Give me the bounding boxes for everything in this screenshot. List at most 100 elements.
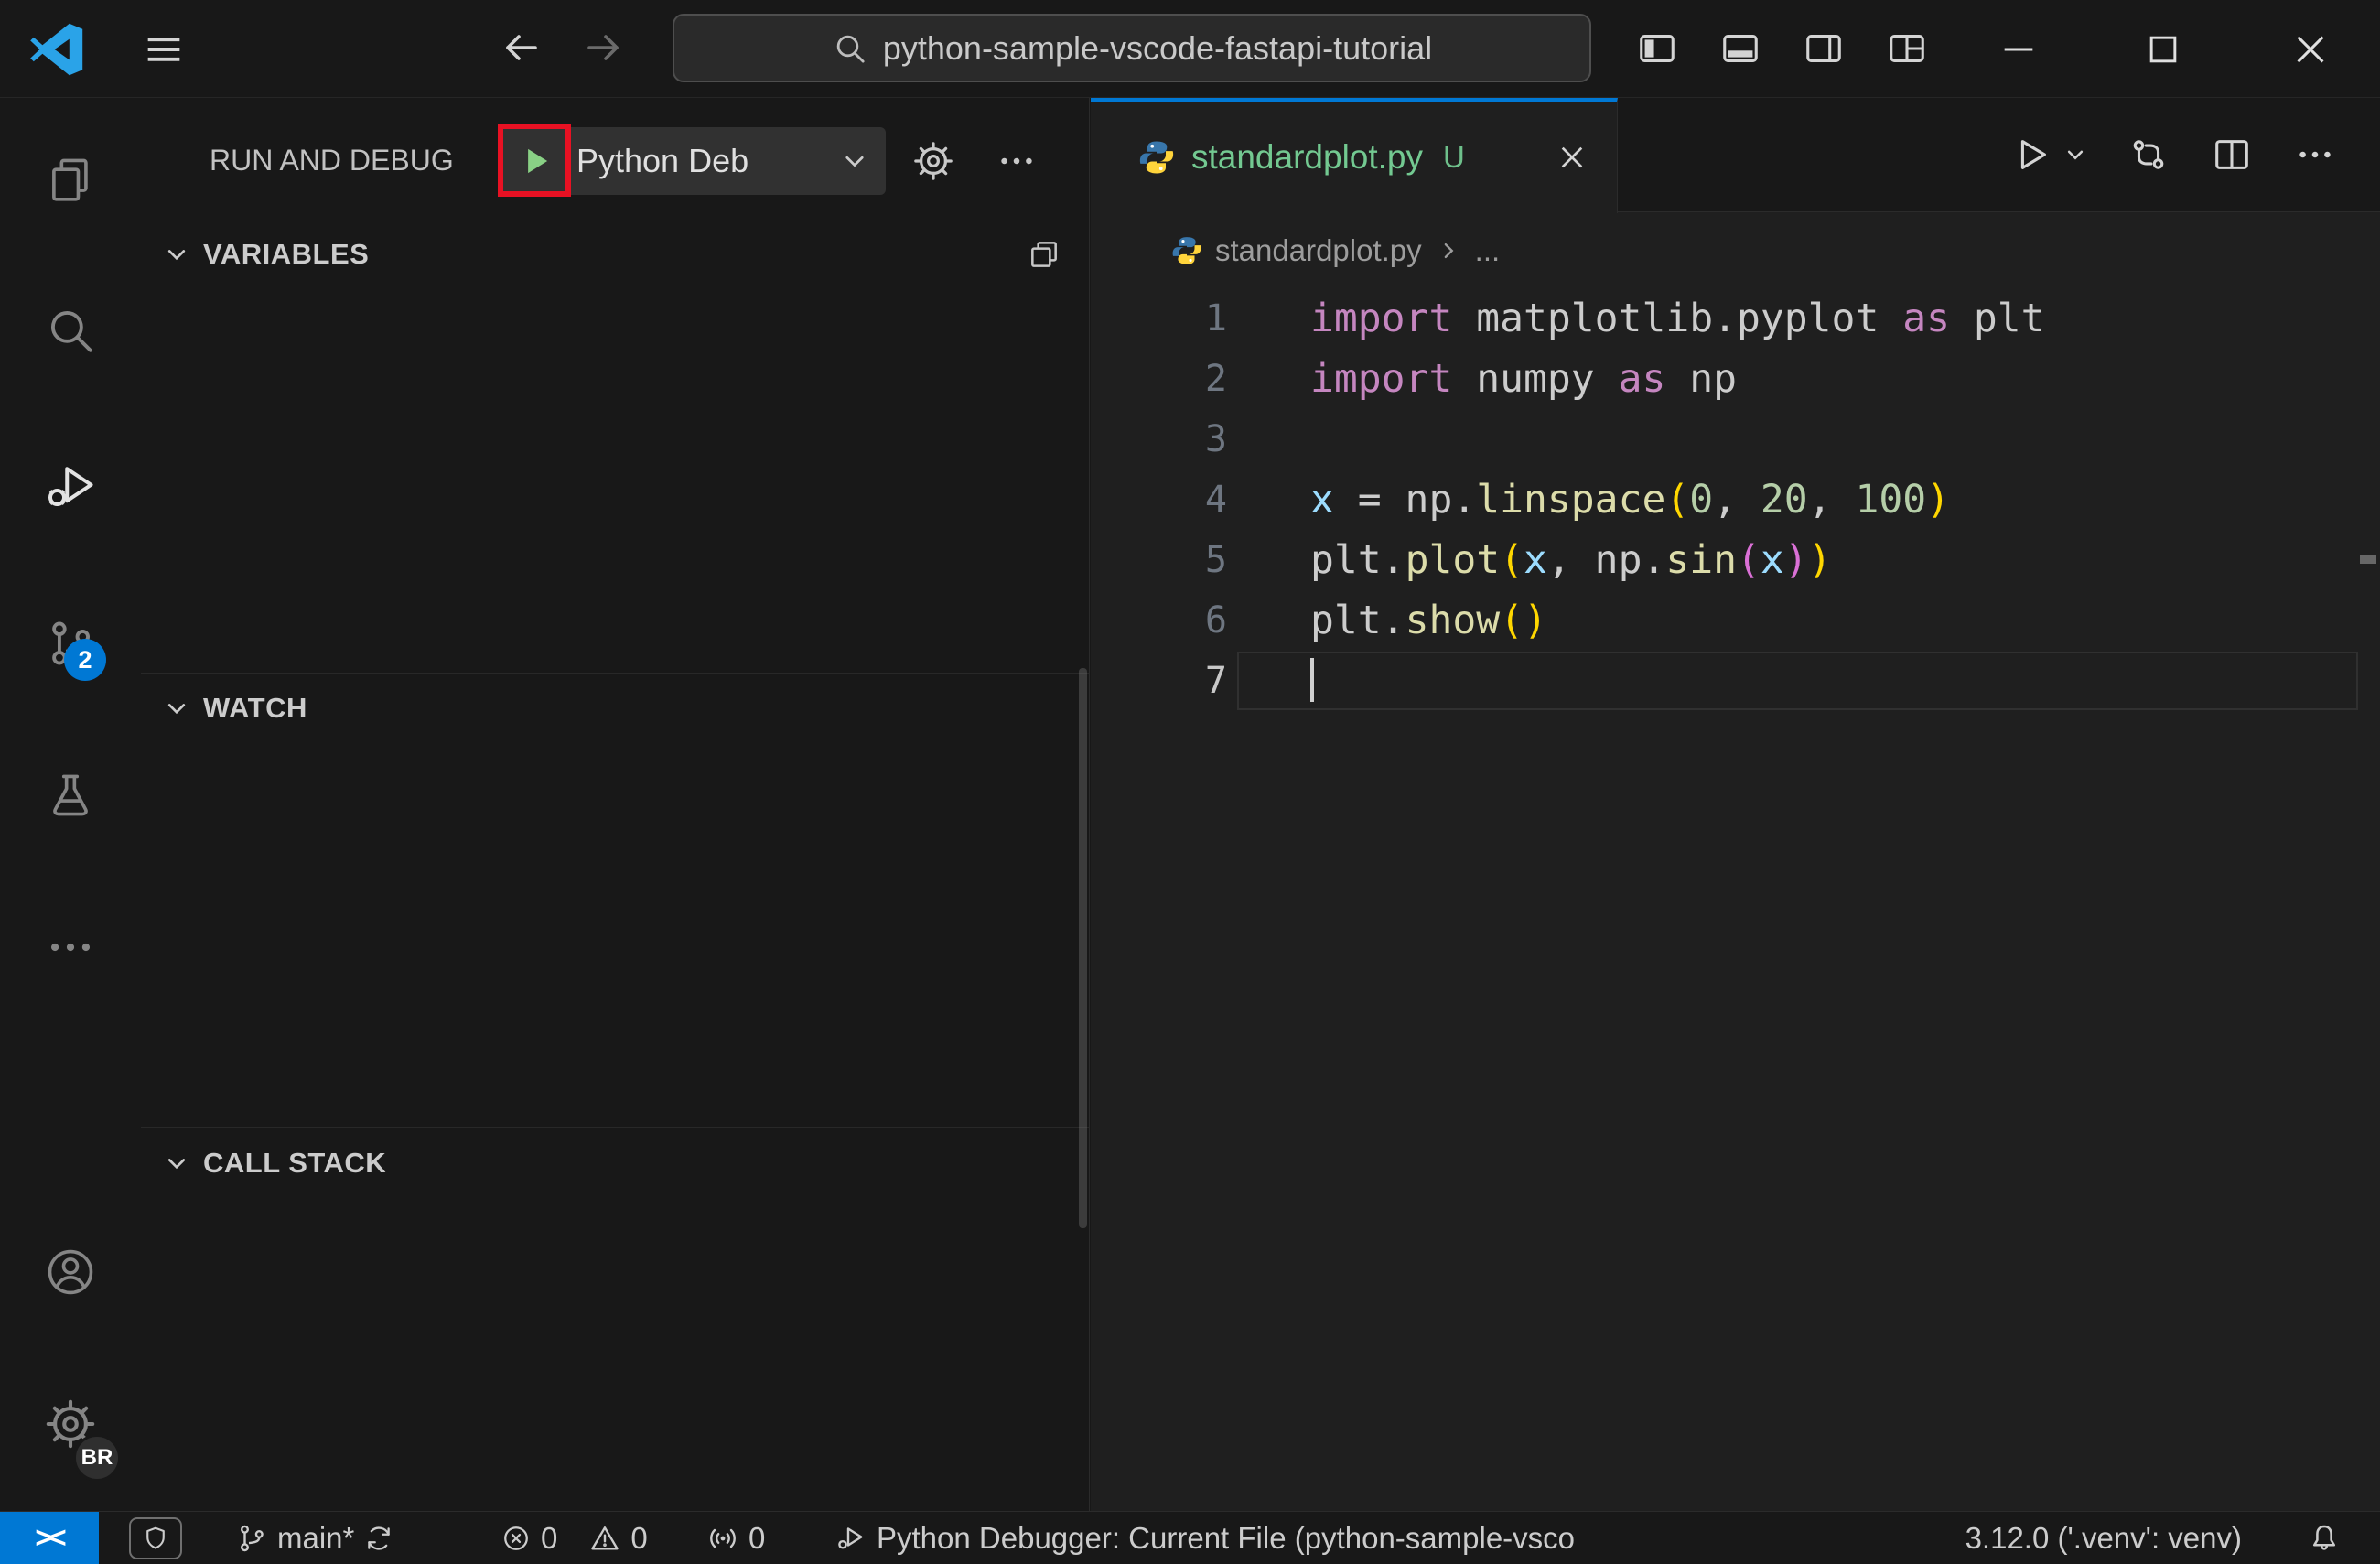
- code-line[interactable]: 5 plt.plot(x, np.sin(x)): [1091, 530, 2380, 590]
- tab-close-icon[interactable]: [1555, 140, 1589, 175]
- chevron-down-icon: [161, 239, 192, 270]
- editor-group: standardplot.py U standardplot.py ... 1 …: [1091, 98, 2380, 1511]
- run-and-debug-icon[interactable]: [42, 458, 99, 514]
- watch-section-header[interactable]: WATCH: [141, 673, 1089, 742]
- errors-icon: [501, 1523, 532, 1554]
- code-area[interactable]: 1 import matplotlib.pyplot as plt 2 import …: [1091, 288, 2380, 711]
- breadcrumb-chevron-icon: [1435, 237, 1462, 264]
- code-line[interactable]: 3: [1091, 409, 2380, 469]
- run-python-file-icon[interactable]: [2006, 129, 2057, 180]
- debug-config-dropdown[interactable]: Python Deb: [501, 127, 886, 195]
- variables-section-header[interactable]: VARIABLES: [141, 220, 1089, 289]
- python-version-label: 3.12.0 ('.venv': venv): [1965, 1520, 2242, 1555]
- title-bar: python-sample-vscode-fastapi-tutorial: [0, 0, 2380, 98]
- git-branch-icon: [235, 1522, 268, 1555]
- call-stack-section-header[interactable]: CALL STACK: [141, 1127, 1089, 1197]
- current-line-highlight: [1237, 652, 2358, 710]
- maximize-button[interactable]: [2136, 22, 2191, 77]
- bell-icon: [2307, 1521, 2342, 1556]
- debug-settings-gear-icon[interactable]: [910, 138, 956, 184]
- toggle-panel-icon[interactable]: [1714, 22, 1767, 75]
- tab-standardplot[interactable]: standardplot.py U: [1091, 98, 1618, 213]
- search-sidebar-icon[interactable]: [42, 302, 99, 359]
- more-views-icon[interactable]: [42, 919, 99, 976]
- remote-icon: ><: [35, 1521, 66, 1554]
- breadcrumb-symbol[interactable]: ...: [1475, 233, 1501, 268]
- testing-icon[interactable]: [42, 767, 99, 824]
- line-number: 3: [1204, 418, 1227, 460]
- line-number: 6: [1204, 599, 1227, 642]
- forward-arrow-icon[interactable]: [576, 20, 631, 75]
- debug-status-label: Python Debugger: Current File (python-sa…: [877, 1520, 1576, 1555]
- line-number: 4: [1204, 479, 1227, 521]
- tab-label: standardplot.py: [1191, 138, 1424, 176]
- sidebar-title: RUN AND DEBUG: [210, 144, 454, 177]
- debug-icon: [835, 1522, 867, 1555]
- sidebar-scrollbar[interactable]: [1079, 668, 1087, 1228]
- menu-icon[interactable]: [134, 22, 194, 77]
- command-center-search[interactable]: python-sample-vscode-fastapi-tutorial: [673, 14, 1591, 82]
- remote-indicator[interactable]: ><: [0, 1512, 99, 1564]
- ports-count: 0: [748, 1520, 766, 1555]
- chevron-down-icon: [161, 1148, 192, 1179]
- status-bar: >< main* 0 0 0 Python Debugger: Current …: [0, 1511, 2380, 1564]
- variables-label: VARIABLES: [203, 238, 370, 270]
- views-more-actions-icon[interactable]: [994, 138, 1039, 184]
- code-line[interactable]: 7: [1091, 651, 2380, 711]
- copy-value-icon[interactable]: [1027, 237, 1061, 272]
- explorer-icon[interactable]: [42, 151, 99, 208]
- text-cursor: [1310, 657, 1314, 702]
- search-text: python-sample-vscode-fastapi-tutorial: [882, 28, 1433, 67]
- breadcrumb: standardplot.py ...: [1091, 213, 2380, 288]
- workspace-trust-item[interactable]: [129, 1512, 182, 1564]
- branch-label: main*: [277, 1520, 355, 1555]
- search-icon: [832, 30, 868, 67]
- account-icon[interactable]: [42, 1244, 99, 1300]
- vscode-window: python-sample-vscode-fastapi-tutorial 2 …: [0, 0, 2380, 1564]
- line-number: 5: [1204, 539, 1227, 581]
- profile-badge: BR: [73, 1434, 121, 1482]
- overview-ruler-cursor-mark: [2360, 555, 2376, 564]
- code-line[interactable]: 1 import matplotlib.pyplot as plt: [1091, 288, 2380, 349]
- scm-badge: 2: [64, 639, 106, 681]
- line-number: 1: [1204, 297, 1227, 340]
- shield-icon: [129, 1516, 182, 1559]
- problems-item[interactable]: 0 0: [501, 1512, 648, 1564]
- code-text: [1227, 651, 1314, 711]
- toggle-secondary-sidebar-icon[interactable]: [1797, 22, 1850, 75]
- editor-more-actions-icon[interactable]: [2289, 129, 2341, 180]
- notifications-item[interactable]: [2307, 1512, 2342, 1564]
- git-branch-item[interactable]: main*: [235, 1512, 394, 1564]
- back-arrow-icon[interactable]: [493, 20, 548, 75]
- python-version-item[interactable]: 3.12.0 ('.venv': venv): [1965, 1512, 2242, 1564]
- settings-gear-icon[interactable]: BR: [42, 1396, 121, 1482]
- breadcrumb-file[interactable]: standardplot.py: [1215, 233, 1422, 268]
- python-debugger-item[interactable]: Python Debugger: Current File (python-sa…: [835, 1512, 1804, 1564]
- tab-bar: standardplot.py U: [1091, 98, 2380, 213]
- chevron-down-icon: [161, 693, 192, 724]
- code-line[interactable]: 2 import numpy as np: [1091, 349, 2380, 409]
- code-line[interactable]: 6 plt.show(): [1091, 590, 2380, 651]
- vscode-logo: [27, 20, 86, 79]
- code-text: plt.plot(x, np.sin(x)): [1310, 537, 1832, 583]
- code-text: import matplotlib.pyplot as plt: [1310, 296, 2045, 341]
- start-debug-button[interactable]: [516, 142, 555, 180]
- customize-layout-icon[interactable]: [1880, 22, 1933, 75]
- minimize-button[interactable]: [1991, 22, 2046, 77]
- watch-label: WATCH: [203, 691, 307, 724]
- debug-config-label: Python Deb: [576, 142, 749, 179]
- code-line[interactable]: 4 x = np.linspace(0, 20, 100): [1091, 469, 2380, 530]
- warning-count: 0: [630, 1520, 648, 1555]
- run-dropdown-chevron-icon[interactable]: [2057, 129, 2094, 180]
- tab-git-status: U: [1443, 140, 1465, 174]
- call-stack-label: CALL STACK: [203, 1146, 387, 1179]
- close-window-button[interactable]: [2283, 22, 2338, 77]
- open-changes-icon[interactable]: [2123, 129, 2174, 180]
- ports-item[interactable]: 0: [706, 1512, 765, 1564]
- toggle-sidebar-icon[interactable]: [1631, 22, 1684, 75]
- split-editor-icon[interactable]: [2206, 129, 2257, 180]
- source-control-icon[interactable]: 2: [42, 615, 106, 681]
- warnings-icon: [588, 1522, 621, 1555]
- code-text: plt.show(): [1310, 598, 1547, 643]
